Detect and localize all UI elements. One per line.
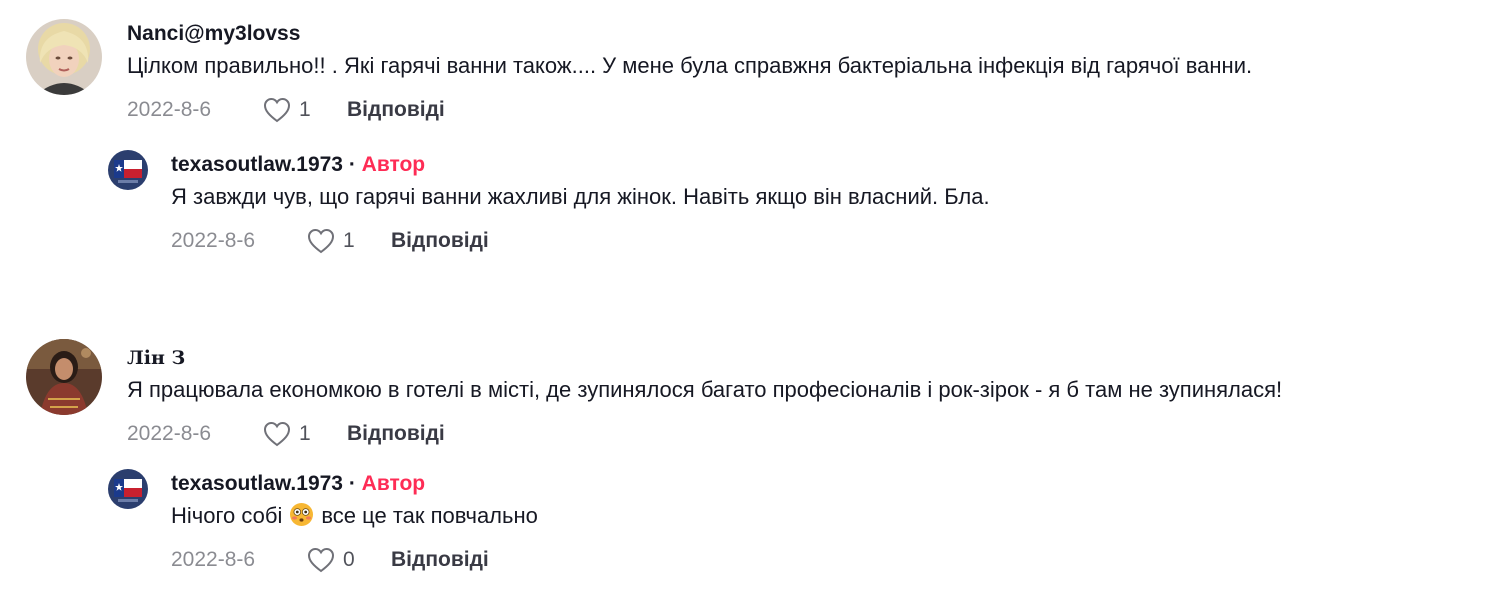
- like-button[interactable]: 0: [307, 547, 391, 573]
- like-button[interactable]: 1: [263, 97, 347, 123]
- comment-text: Я працювала економкою в готелі в місті, …: [127, 377, 1283, 402]
- reply-text-after: все це так повчально: [321, 503, 538, 528]
- like-count: 1: [299, 98, 311, 121]
- heart-icon: [263, 421, 291, 447]
- reply-username-line: texasoutlaw.1973 · Автор: [171, 152, 990, 178]
- author-badge: Автор: [361, 153, 426, 176]
- reply-avatar[interactable]: [108, 469, 148, 509]
- heart-icon: [307, 547, 335, 573]
- comment-meta: 2022-8-6 1 Відповіді: [127, 419, 1282, 449]
- reply-body: texasoutlaw.1973 · Автор Нічого собі все…: [171, 471, 538, 575]
- reply-text: Я завжди чув, що гарячі ванни жахливі дл…: [171, 184, 990, 209]
- reply-avatar[interactable]: [108, 150, 148, 190]
- comment-username[interactable]: Nanci@my3lovss: [127, 21, 1252, 47]
- heart-icon: [307, 228, 335, 254]
- like-count: 1: [299, 422, 311, 445]
- avatar-woman-dark-icon: [26, 339, 102, 415]
- comment-text: Цілком правильно!! . Які гарячі ванни та…: [127, 53, 1253, 78]
- reply-username[interactable]: texasoutlaw.1973: [171, 153, 343, 176]
- avatar-woman-blonde-icon: [26, 19, 102, 95]
- user-avatar[interactable]: [26, 19, 102, 95]
- like-count: 1: [343, 229, 355, 252]
- reply-button[interactable]: Відповіді: [347, 98, 445, 122]
- comment-date: 2022-8-6: [127, 98, 212, 121]
- like-button[interactable]: 1: [307, 228, 391, 254]
- reply-username-line: texasoutlaw.1973 · Автор: [171, 471, 538, 497]
- separator: ·: [342, 153, 362, 176]
- reply-text-before: Нічого собі: [171, 503, 283, 528]
- comment-body: Лін З Я працювала економкою в готелі в м…: [127, 345, 1282, 449]
- reply-button[interactable]: Відповіді: [391, 229, 489, 253]
- author-badge: Автор: [361, 472, 426, 495]
- reply-text: Нічого собі все це так повчально: [171, 501, 538, 531]
- avatar-texas-flag-icon: [108, 469, 148, 509]
- like-count: 0: [343, 548, 355, 571]
- reply-button[interactable]: Відповіді: [347, 422, 445, 446]
- reply-date: 2022-8-6: [171, 548, 256, 571]
- comment-username[interactable]: Лін З: [127, 345, 1282, 371]
- reply-button[interactable]: Відповіді: [391, 548, 489, 572]
- comment-thread: Лін З Я працювала економкою в готелі в м…: [0, 320, 1498, 600]
- heart-icon: [263, 97, 291, 123]
- flushed-face-emoji-icon: [289, 502, 314, 527]
- comment-body: Nanci@my3lovss Цілком правильно!! . Які …: [127, 21, 1252, 125]
- reply-username[interactable]: texasoutlaw.1973: [171, 472, 343, 495]
- comment-meta: 2022-8-6 1 Відповіді: [127, 95, 1252, 125]
- reply-date: 2022-8-6: [171, 229, 256, 252]
- reply-meta: 2022-8-6 0 Відповіді: [171, 545, 538, 575]
- reply-body: texasoutlaw.1973 · Автор Я завжди чув, щ…: [171, 152, 990, 256]
- user-avatar[interactable]: [26, 339, 102, 415]
- comment-thread: Nanci@my3lovss Цілком правильно!! . Які …: [0, 0, 1498, 300]
- avatar-texas-flag-icon: [108, 150, 148, 190]
- like-button[interactable]: 1: [263, 421, 347, 447]
- separator: ·: [342, 472, 362, 495]
- comment-date: 2022-8-6: [127, 422, 212, 445]
- reply-meta: 2022-8-6 1 Відповіді: [171, 226, 990, 256]
